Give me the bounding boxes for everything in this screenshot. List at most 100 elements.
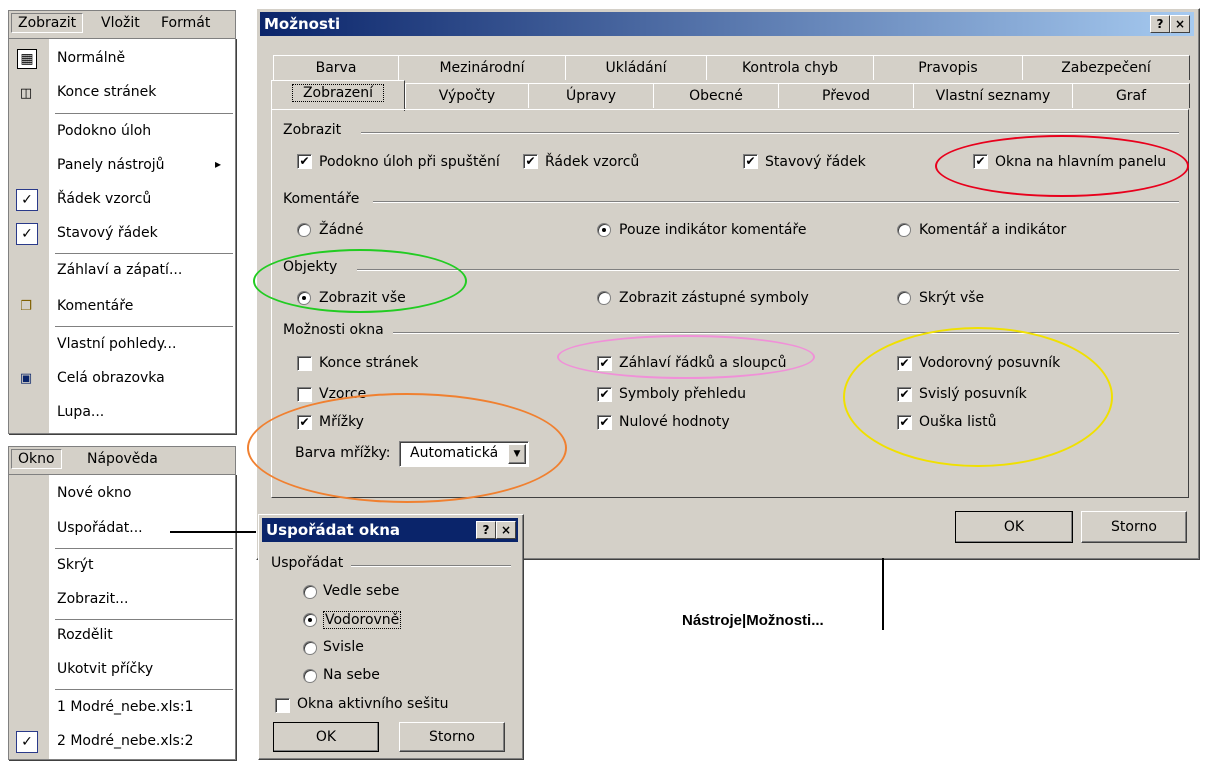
window-dropdown: Nové okno Uspořádat... Skrýt Zobrazit...… [8, 474, 236, 760]
radio-skryt-vse[interactable] [897, 291, 911, 305]
tab-zobrazeni[interactable]: Zobrazení [271, 80, 405, 111]
tab-graf[interactable]: Graf [1072, 83, 1190, 108]
radio-svisle[interactable] [303, 641, 317, 655]
label-zastupne-symboly: Zobrazit zástupné symboly [619, 290, 809, 306]
tab-prevod[interactable]: Převod [778, 83, 914, 108]
menu-item-normalne[interactable]: Normálně [57, 50, 125, 66]
menu-item-panely-nastroju[interactable]: Panely nástrojů [57, 157, 165, 173]
label-okna-aktivniho-sesitu: Okna aktivního sešitu [297, 696, 449, 712]
group-divider [357, 269, 1179, 271]
menu-item-nove-okno[interactable]: Nové okno [57, 485, 132, 501]
checkbox-radek-vzorcu[interactable]: ✔ [523, 154, 538, 169]
separator [55, 113, 233, 115]
fullscreen-icon: ▣ [19, 370, 33, 386]
help-button[interactable]: ? [1150, 15, 1170, 33]
menu-vlozit[interactable]: Vložit [101, 15, 140, 31]
radio-vedle-sebe[interactable] [303, 585, 317, 599]
checkbox-nulove-hodnoty[interactable]: ✔ [597, 415, 612, 430]
label-symboly-prehledu: Symboly přehledu [619, 386, 746, 402]
menu-item-lupa[interactable]: Lupa... [57, 404, 104, 420]
menu-item-radek-vzorcu[interactable]: Řádek vzorců [57, 191, 151, 207]
cancel-button[interactable]: Storno [1081, 511, 1187, 543]
menu-item-komentare[interactable]: Komentáře [57, 298, 133, 314]
group-zobrazit-label: Zobrazit [283, 122, 342, 138]
menu-okno[interactable]: Okno [11, 449, 62, 469]
menu-item-okno-2[interactable]: 2 Modré_nebe.xls:2 [57, 733, 193, 749]
cancel-button[interactable]: Storno [399, 722, 505, 752]
checkbox-okna-aktivniho-sesitu[interactable] [275, 698, 290, 713]
options-title: Možnosti [264, 15, 341, 33]
menu-item-rozdelit[interactable]: Rozdělit [57, 627, 113, 643]
menu-item-usporadat[interactable]: Uspořádat... [57, 520, 143, 536]
close-button[interactable]: × [1170, 15, 1190, 33]
highlight-red [935, 135, 1189, 197]
menu-item-zahlavi-zapati[interactable]: Záhlaví a zápatí... [57, 262, 182, 278]
tab-obecne[interactable]: Obecné [653, 83, 779, 108]
check-icon: ✓ [16, 223, 38, 245]
cancel-label: Storno [429, 729, 475, 745]
radio-vodorovne[interactable] [303, 613, 317, 627]
radio-komentar-indikator[interactable] [897, 223, 911, 237]
cancel-label: Storno [1111, 519, 1157, 535]
ok-button[interactable]: OK [273, 722, 379, 752]
normal-view-icon: ▦ [17, 49, 37, 69]
menu-item-ukotvit-pricky[interactable]: Ukotvit příčky [57, 661, 153, 677]
ok-label: OK [315, 729, 337, 745]
checkbox-podokno-uloh[interactable]: ✔ [297, 154, 312, 169]
menu-item-konce-stranek[interactable]: Konce stránek [57, 84, 156, 100]
help-button[interactable]: ? [476, 521, 496, 539]
window-menubar: Okno Nápověda [8, 446, 236, 476]
separator [55, 326, 233, 328]
checkbox-stavovy-radek[interactable]: ✔ [743, 154, 758, 169]
group-komentare-label: Komentáře [283, 191, 360, 207]
check-icon: ✓ [16, 731, 38, 753]
view-dropdown: ▦ Normálně ◫ Konce stránek Podokno úloh … [8, 38, 236, 434]
pointer-line [882, 558, 884, 630]
menu-item-cela-obrazovka[interactable]: Celá obrazovka [57, 370, 165, 386]
tab-upravy[interactable]: Úpravy [528, 83, 654, 108]
checkbox-vzorce[interactable] [297, 387, 312, 402]
tab-mezinarodni[interactable]: Mezinárodní [398, 55, 566, 80]
menu-item-zobrazit[interactable]: Zobrazit... [57, 591, 128, 607]
tab-zabezpeceni[interactable]: Zabezpečení [1022, 55, 1190, 80]
arrange-dialog: Uspořádat okna ? × Uspořádat Vedle sebe … [258, 514, 524, 760]
menu-item-okno-1[interactable]: 1 Modré_nebe.xls:1 [57, 699, 193, 715]
tab-vlastni-seznamy[interactable]: Vlastní seznamy [913, 83, 1073, 108]
group-divider [393, 332, 1179, 334]
label-skryt-vse: Skrýt vše [919, 290, 985, 306]
options-dialog: Možnosti ? × Barva Mezinárodní Ukládání … [247, 8, 1200, 560]
label-podokno-uloh: Podokno úloh při spuštění [319, 154, 500, 170]
options-titlebar: Možnosti ? × [260, 12, 1194, 36]
tab-vypocty[interactable]: Výpočty [405, 83, 529, 108]
radio-na-sebe[interactable] [303, 669, 317, 683]
radio-zastupne-symboly[interactable] [597, 291, 611, 305]
menu-item-vlastni-pohledy[interactable]: Vlastní pohledy... [57, 336, 176, 352]
group-divider [361, 132, 1179, 134]
separator [55, 548, 233, 550]
view-menubar: Zobrazit Vložit Formát [8, 10, 236, 40]
caption-text: Nástroje|Možnosti... [682, 612, 824, 629]
label-stavovy-radek: Stavový řádek [765, 154, 866, 170]
menu-format[interactable]: Formát [161, 15, 210, 31]
radio-pouze-indikator[interactable] [597, 223, 611, 237]
label-vedle-sebe: Vedle sebe [323, 583, 400, 599]
ok-button[interactable]: OK [955, 511, 1073, 543]
tab-ukladani[interactable]: Ukládání [565, 55, 707, 80]
menu-item-skryt[interactable]: Skrýt [57, 557, 94, 573]
arrange-title: Uspořádat okna [266, 521, 401, 539]
menu-item-podokno-uloh[interactable]: Podokno úloh [57, 123, 151, 139]
comments-icon: ❐ [20, 298, 32, 314]
close-button[interactable]: × [496, 521, 516, 539]
label-vodorovne: Vodorovně [323, 611, 402, 629]
tab-kontrola-chyb[interactable]: Kontrola chyb [706, 55, 874, 80]
tab-zobrazeni-label: Zobrazení [291, 84, 385, 102]
checkbox-konce-stranek[interactable] [297, 356, 312, 371]
menu-napoveda[interactable]: Nápověda [87, 451, 158, 467]
group-usporadat-label: Uspořádat [271, 555, 344, 571]
tab-barva[interactable]: Barva [273, 55, 399, 80]
checkbox-symboly-prehledu[interactable]: ✔ [597, 387, 612, 402]
menu-zobrazit[interactable]: Zobrazit [11, 13, 84, 33]
menu-item-stavovy-radek[interactable]: Stavový řádek [57, 225, 158, 241]
tab-pravopis[interactable]: Pravopis [873, 55, 1023, 80]
radio-zadne[interactable] [297, 223, 311, 237]
